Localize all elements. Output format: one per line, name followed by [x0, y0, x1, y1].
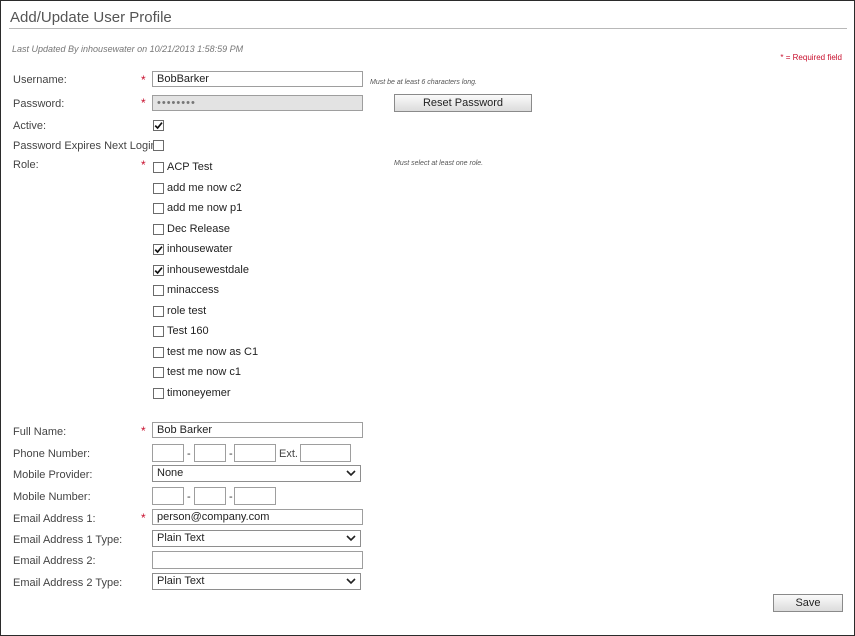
full-name-input[interactable]: Bob Barker: [152, 422, 363, 438]
user-profile-form: Add/Update User Profile Last Updated By …: [0, 0, 855, 636]
email-2-type-label: Email Address 2 Type:: [13, 577, 123, 589]
page-title: Add/Update User Profile: [10, 9, 172, 26]
email-1-type-select[interactable]: Plain Text: [152, 530, 361, 547]
required-marker: *: [141, 96, 146, 110]
role-checkbox[interactable]: [153, 326, 164, 337]
required-marker: *: [141, 511, 146, 525]
role-option-label: timoneyemer: [167, 387, 231, 399]
required-marker: *: [141, 424, 146, 438]
required-marker: *: [141, 158, 146, 172]
password-expires-checkbox[interactable]: [153, 140, 164, 151]
mobile-provider-value: None: [157, 467, 184, 479]
phone-area-code-input[interactable]: [152, 444, 184, 462]
email-1-type-label: Email Address 1 Type:: [13, 534, 123, 546]
phone-separator: -: [229, 448, 233, 460]
mobile-provider-select[interactable]: None: [152, 465, 361, 482]
email-1-input[interactable]: person@company.com: [152, 509, 363, 525]
email-1-type-value: Plain Text: [157, 532, 205, 544]
role-hint: Must select at least one role.: [394, 160, 484, 167]
role-checkbox[interactable]: [153, 244, 164, 255]
role-option-label: Test 160: [167, 325, 209, 337]
role-option-label: inhousewater: [167, 243, 233, 255]
save-button[interactable]: Save: [773, 594, 843, 612]
chevron-down-icon: [346, 535, 356, 542]
phone-separator: -: [187, 448, 191, 460]
mobile-number-label: Mobile Number:: [13, 491, 91, 503]
checkmark-icon: [154, 122, 163, 130]
last-updated-text: Last Updated By inhousewater on 10/21/20…: [12, 44, 244, 54]
role-checkbox[interactable]: [153, 265, 164, 276]
role-checkbox[interactable]: [153, 162, 164, 173]
role-checkbox[interactable]: [153, 224, 164, 235]
active-checkbox[interactable]: [153, 120, 164, 131]
password-label: Password:: [13, 98, 65, 110]
checkmark-icon: [154, 246, 163, 254]
role-option-label: ACP Test: [167, 161, 213, 173]
mobile-line-input[interactable]: [234, 487, 276, 505]
email-2-type-select[interactable]: Plain Text: [152, 573, 361, 590]
role-option-label: test me now c1: [167, 366, 241, 378]
role-checkbox[interactable]: [153, 388, 164, 399]
password-input[interactable]: ••••••••: [152, 95, 363, 111]
role-option-label: inhousewestdale: [167, 264, 249, 276]
mobile-prefix-input[interactable]: [194, 487, 226, 505]
chevron-down-icon: [346, 470, 356, 477]
role-option-label: minaccess: [167, 284, 219, 296]
phone-number-label: Phone Number:: [13, 448, 91, 460]
phone-prefix-input[interactable]: [194, 444, 226, 462]
role-option-label: test me now as C1: [167, 346, 259, 358]
phone-ext-input[interactable]: [300, 444, 351, 462]
chevron-down-icon: [346, 578, 356, 585]
username-hint: Must be at least 6 characters long.: [370, 79, 477, 86]
role-checkbox[interactable]: [153, 347, 164, 358]
reset-password-button[interactable]: Reset Password: [394, 94, 532, 112]
active-label: Active:: [13, 120, 47, 132]
mobile-separator: -: [187, 491, 191, 503]
email-2-label: Email Address 2:: [13, 555, 96, 567]
username-input[interactable]: BobBarker: [152, 71, 363, 87]
required-marker: *: [141, 73, 146, 87]
email-1-label: Email Address 1:: [13, 513, 96, 525]
mobile-area-code-input[interactable]: [152, 487, 184, 505]
role-option-label: add me now c2: [167, 182, 242, 194]
role-checkbox[interactable]: [153, 183, 164, 194]
email-2-type-value: Plain Text: [157, 575, 205, 587]
required-field-note: * = Required field: [780, 53, 842, 62]
phone-ext-label: Ext.: [279, 448, 298, 460]
checkmark-icon: [154, 267, 163, 275]
username-label: Username:: [13, 74, 67, 86]
role-option-label: role test: [167, 305, 207, 317]
mobile-separator: -: [229, 491, 233, 503]
role-option-label: add me now p1: [167, 202, 243, 214]
role-checkbox[interactable]: [153, 367, 164, 378]
role-checkbox[interactable]: [153, 203, 164, 214]
full-name-label: Full Name:: [13, 426, 67, 438]
role-checkbox[interactable]: [153, 285, 164, 296]
role-option-label: Dec Release: [167, 223, 230, 235]
title-divider: [9, 28, 847, 29]
role-label: Role:: [13, 159, 39, 171]
role-checkbox[interactable]: [153, 306, 164, 317]
phone-line-input[interactable]: [234, 444, 276, 462]
mobile-provider-label: Mobile Provider:: [13, 469, 93, 481]
password-expires-label: Password Expires Next Login:: [13, 140, 160, 152]
email-2-input[interactable]: [152, 551, 363, 569]
